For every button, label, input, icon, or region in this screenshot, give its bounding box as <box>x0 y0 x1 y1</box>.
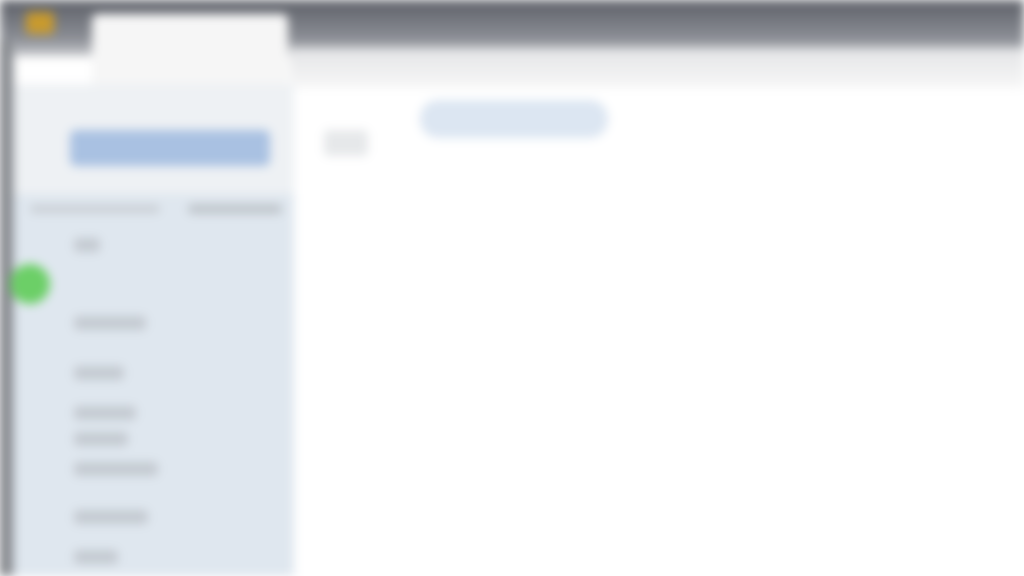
sidebar-item[interactable] <box>74 366 124 380</box>
app-logo-icon <box>26 12 54 34</box>
back-icon[interactable] <box>324 130 368 156</box>
blurred-app-screen <box>0 0 1024 576</box>
window-edge <box>0 40 14 576</box>
sidebar-item[interactable] <box>74 550 118 564</box>
sidebar-item[interactable] <box>74 432 128 446</box>
sidebar-item[interactable] <box>74 406 136 420</box>
search-input[interactable] <box>420 100 608 138</box>
toolbar <box>290 48 1024 88</box>
sidebar-filter-row[interactable] <box>28 202 284 218</box>
filter-label-placeholder <box>30 205 160 213</box>
status-dot-icon <box>10 264 50 304</box>
sidebar-item[interactable] <box>74 462 158 476</box>
sidebar-item[interactable] <box>74 316 146 330</box>
tab-active[interactable] <box>92 14 288 84</box>
main-content <box>294 88 1024 576</box>
sidebar-item[interactable] <box>74 238 100 252</box>
filter-control-placeholder[interactable] <box>188 204 282 214</box>
sidebar-nav <box>74 234 274 574</box>
primary-action-button[interactable] <box>70 130 270 166</box>
sidebar <box>10 84 294 576</box>
sidebar-item[interactable] <box>74 510 148 524</box>
